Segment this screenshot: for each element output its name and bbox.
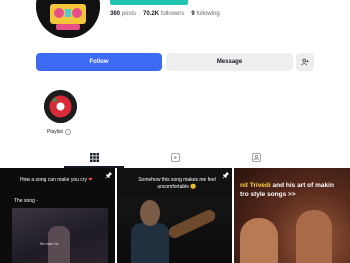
video-figure-head bbox=[140, 200, 160, 226]
profile-stats: 360 posts 70.2K followers 9 following bbox=[110, 11, 220, 17]
video-grid: Re main Ho How a song can make you cry ❤… bbox=[0, 168, 350, 263]
add-user-button[interactable] bbox=[296, 53, 314, 71]
video-inner-text: Re main Ho bbox=[40, 242, 59, 246]
posts-stat[interactable]: 360 posts bbox=[110, 11, 136, 17]
followers-stat[interactable]: 70.2K followers bbox=[143, 11, 184, 17]
playlist-thumbnail[interactable] bbox=[44, 90, 77, 123]
video-caption: Somehow this song makes me feel uncomfor… bbox=[138, 177, 216, 190]
following-stat[interactable]: 9 following bbox=[191, 11, 219, 17]
video-caption-sub: The song - bbox=[14, 198, 38, 204]
video-tile[interactable]: Re main Ho How a song can make you cry ❤… bbox=[0, 168, 115, 263]
video-title-overlay: nit Trivedi and his art of makin tro sty… bbox=[240, 182, 334, 198]
add-user-icon bbox=[301, 58, 309, 66]
tab-reposts[interactable] bbox=[170, 152, 180, 162]
repost-icon bbox=[170, 152, 180, 162]
profile-accent-bar bbox=[110, 0, 188, 5]
tab-liked[interactable] bbox=[251, 152, 261, 162]
video-figure bbox=[296, 210, 332, 263]
video-caption: How a song can make you cry ❤ bbox=[20, 177, 93, 183]
pin-icon bbox=[105, 171, 113, 179]
video-figure bbox=[131, 223, 169, 263]
video-tile[interactable]: nit Trivedi and his art of makin tro sty… bbox=[234, 168, 350, 263]
playlist-label[interactable]: Playlist i bbox=[47, 129, 71, 135]
tab-videos[interactable] bbox=[89, 152, 99, 162]
follow-button[interactable]: Follow bbox=[36, 53, 162, 71]
info-circle-icon: i bbox=[64, 129, 71, 135]
liked-icon bbox=[251, 152, 261, 162]
grid-icon bbox=[89, 152, 99, 162]
video-figure bbox=[240, 218, 278, 263]
message-button[interactable]: Message bbox=[166, 53, 293, 71]
pin-icon bbox=[222, 171, 230, 179]
profile-avatar[interactable] bbox=[36, 0, 100, 38]
playlist-cover-icon bbox=[44, 90, 77, 123]
boombox-logo-icon bbox=[36, 0, 100, 38]
video-tile[interactable]: Somehow this song makes me feel uncomfor… bbox=[117, 168, 232, 263]
